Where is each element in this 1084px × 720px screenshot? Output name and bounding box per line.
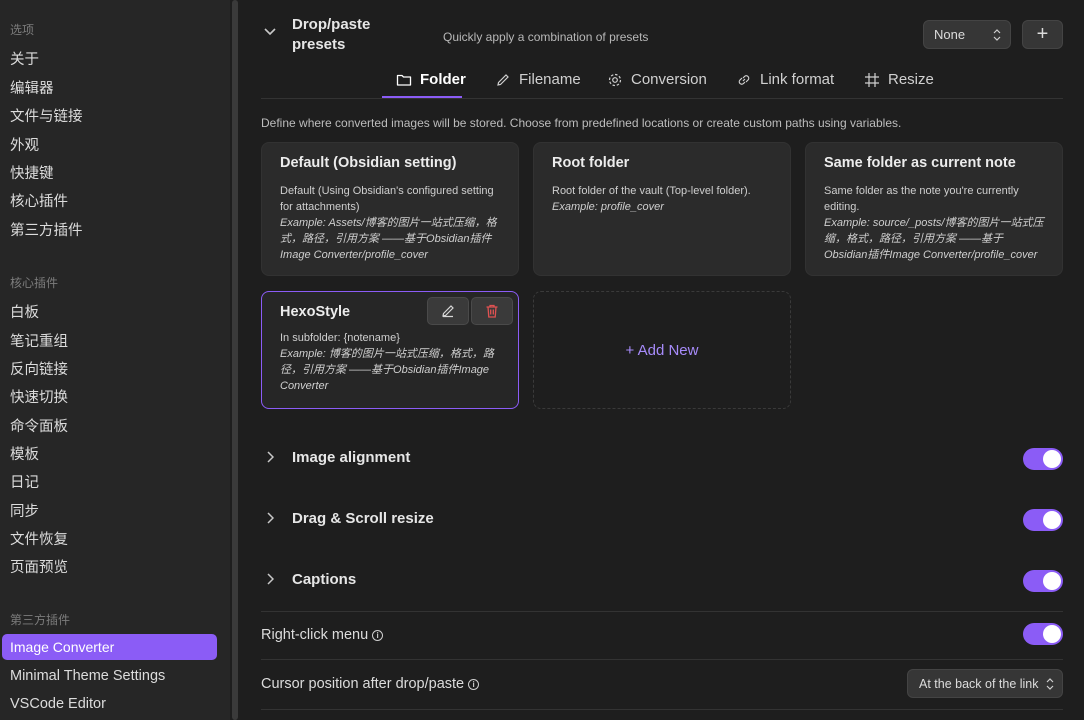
chevron-right-icon[interactable]	[266, 573, 274, 585]
delete-preset-button[interactable]	[471, 297, 513, 325]
tab-resize-label: Resize	[888, 71, 934, 88]
add-new-folder-option[interactable]: + Add New	[533, 291, 791, 409]
sidebar-item-editor[interactable]: 编辑器	[10, 77, 54, 98]
section-divider	[261, 611, 1063, 612]
folder-description: Define where converted images will be st…	[261, 116, 902, 130]
info-icon[interactable]: i	[372, 630, 384, 641]
tab-folder[interactable]: Folder	[396, 71, 466, 88]
section-captions[interactable]: Captions	[292, 571, 356, 588]
sidebar-item-community-plugins[interactable]: 第三方插件	[10, 219, 83, 240]
cursor-position-select[interactable]: At the back of the link	[907, 669, 1063, 698]
resize-icon	[865, 72, 879, 87]
tab-filename[interactable]: Filename	[495, 71, 581, 88]
updown-chevron-icon	[1046, 678, 1054, 690]
sidebar-item-minimal-theme-settings[interactable]: Minimal Theme Settings	[10, 668, 165, 684]
card-title: Same folder as current note	[824, 155, 1016, 171]
gear-icon	[608, 73, 622, 86]
edit-preset-button[interactable]	[427, 297, 469, 325]
chevron-right-icon[interactable]	[266, 512, 274, 524]
sidebar-item-daily-notes[interactable]: 日记	[10, 471, 39, 492]
sidebar-item-command-palette[interactable]: 命令面板	[10, 415, 68, 436]
folder-icon	[396, 74, 412, 86]
right-click-menu-label: Right-click menu	[261, 627, 369, 643]
row-divider	[261, 659, 1063, 660]
tab-folder-label: Folder	[420, 71, 466, 88]
tab-link-format-label: Link format	[760, 71, 835, 88]
right-click-menu-toggle[interactable]	[1023, 623, 1063, 645]
card-title: Default (Obsidian setting)	[280, 155, 457, 171]
sidebar-item-files-links[interactable]: 文件与链接	[10, 105, 83, 126]
row-divider	[261, 709, 1063, 710]
sidebar-item-about[interactable]: 关于	[10, 48, 39, 69]
folder-option-same-folder[interactable]: Same folder as current note Same folder …	[805, 142, 1063, 276]
link-icon	[738, 74, 750, 85]
sidebar-item-note-composer[interactable]: 笔记重组	[10, 330, 68, 351]
tab-filename-label: Filename	[519, 71, 581, 88]
card-text: Same folder as the note you're currently…	[824, 185, 1019, 213]
sidebar-item-canvas[interactable]: 白板	[10, 301, 39, 322]
trash-icon	[486, 304, 498, 318]
presets-title-line1: Drop/paste	[292, 16, 371, 33]
card-text: Default (Using Obsidian's configured set…	[280, 185, 494, 213]
toggle-knob	[1043, 511, 1061, 529]
toggle-knob	[1043, 625, 1061, 643]
sidebar-item-appearance[interactable]: 外观	[10, 134, 39, 155]
tab-link-format[interactable]: Link format	[736, 71, 834, 88]
sidebar-item-core-plugins[interactable]: 核心插件	[10, 190, 68, 211]
toggle-knob	[1043, 572, 1061, 590]
sidebar-scrollbar[interactable]	[230, 0, 240, 720]
cursor-position-row: Cursor position after drop/paste i	[261, 676, 480, 692]
tab-resize[interactable]: Resize	[864, 71, 934, 88]
card-title: Root folder	[552, 155, 630, 171]
sidebar-item-templates[interactable]: 模板	[10, 443, 39, 464]
card-text: In subfolder: {notename}	[280, 332, 400, 344]
sidebar-item-file-recovery[interactable]: 文件恢复	[10, 528, 68, 549]
pencil-icon	[497, 73, 509, 86]
card-example: Example: source/_posts/博客的图片一站式压缩，格式，路径，…	[824, 217, 1044, 261]
add-preset-button[interactable]: +	[1022, 20, 1063, 49]
tab-conversion[interactable]: Conversion	[607, 71, 707, 88]
settings-sidebar: 选项 关于 编辑器 文件与链接 外观 快捷键 核心插件 第三方插件 核心插件 白…	[0, 0, 230, 720]
settings-content: Drop/paste presets Quickly apply a combi…	[240, 0, 1084, 720]
sidebar-item-hotkeys[interactable]: 快捷键	[10, 162, 54, 183]
sidebar-heading-core: 核心插件	[10, 276, 59, 290]
sidebar-item-page-preview[interactable]: 页面预览	[10, 556, 68, 577]
right-click-menu-row: Right-click menu i	[261, 627, 384, 643]
cursor-position-label: Cursor position after drop/paste	[261, 676, 465, 692]
sidebar-item-vscode-editor[interactable]: VSCode Editor	[10, 696, 106, 712]
presets-select-value: None	[934, 27, 966, 42]
drag-scroll-resize-toggle[interactable]	[1023, 509, 1063, 531]
presets-title-line2: presets	[292, 36, 346, 53]
chevron-down-icon[interactable]	[264, 27, 276, 37]
section-drag-scroll-resize[interactable]: Drag & Scroll resize	[292, 510, 434, 527]
sidebar-heading-third-party: 第三方插件	[10, 613, 71, 627]
tab-conversion-label: Conversion	[631, 71, 707, 88]
presets-description: Quickly apply a combination of presets	[443, 30, 649, 44]
sidebar-item-sync[interactable]: 同步	[10, 500, 39, 521]
card-example: Example: profile_cover	[552, 201, 664, 213]
sidebar-item-backlinks[interactable]: 反向链接	[10, 358, 68, 379]
updown-chevron-icon	[993, 29, 1001, 41]
card-example: Example: 博客的图片一站式压缩，格式，路径，引用方案 ——基于Obsid…	[280, 348, 494, 392]
sidebar-heading-options: 选项	[10, 23, 35, 37]
captions-toggle[interactable]	[1023, 570, 1063, 592]
pencil-icon	[442, 305, 454, 318]
sidebar-item-image-converter[interactable]: Image Converter	[2, 634, 217, 660]
toggle-knob	[1043, 450, 1061, 468]
chevron-right-icon[interactable]	[266, 451, 274, 463]
presets-select[interactable]: None	[923, 20, 1011, 49]
folder-option-default[interactable]: Default (Obsidian setting) Default (Usin…	[261, 142, 519, 276]
card-example: Example: Assets/博客的图片一站式压缩，格式，路径，引用方案 ——…	[280, 217, 497, 261]
cursor-position-value: At the back of the link	[919, 677, 1039, 691]
section-image-alignment[interactable]: Image alignment	[292, 449, 410, 466]
sidebar-scrollbar-thumb[interactable]	[232, 0, 238, 720]
folder-option-root[interactable]: Root folder Root folder of the vault (To…	[533, 142, 791, 276]
image-alignment-toggle[interactable]	[1023, 448, 1063, 470]
info-icon[interactable]: i	[468, 679, 480, 690]
sidebar-item-quick-switcher[interactable]: 快速切换	[10, 386, 68, 407]
tabs-divider	[261, 98, 1063, 99]
card-text: Root folder of the vault (Top-level fold…	[552, 185, 751, 197]
